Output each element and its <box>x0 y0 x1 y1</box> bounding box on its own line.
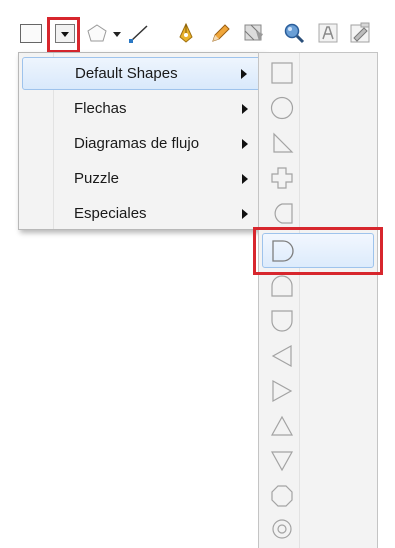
shapes-dropdown-button[interactable] <box>52 18 78 48</box>
triangle-up-shape-icon <box>270 415 294 436</box>
basic-shapes-button[interactable] <box>84 18 110 48</box>
rectangle-tool-button[interactable] <box>18 18 44 48</box>
shape-item-triangle-down[interactable] <box>262 445 374 477</box>
menu-item-label: Flechas <box>74 100 127 117</box>
line-tool-icon <box>129 25 148 43</box>
pen-curve-icon <box>179 22 193 43</box>
shape-item-triangle-up[interactable] <box>262 410 374 442</box>
menu-item-diagramas-de-flujo[interactable]: Diagramas de flujo <box>22 127 262 160</box>
shape-item-cross[interactable] <box>262 162 374 194</box>
right-triangle-shape-icon <box>273 132 294 153</box>
menu-item-default-shapes[interactable]: Default Shapes <box>22 57 262 90</box>
chevron-down-icon <box>113 32 121 37</box>
triangle-right-shape-icon <box>272 379 293 403</box>
pencil-button[interactable] <box>206 18 234 48</box>
shapes-submenu: Default Shapes Flechas Diagramas de fluj… <box>18 52 266 230</box>
submenu-arrow-icon <box>242 208 248 219</box>
pattern-fill-button[interactable] <box>240 18 268 48</box>
shape-item-octagon[interactable] <box>262 480 374 512</box>
menu-item-label: Puzzle <box>74 170 120 187</box>
default-shapes-panel <box>258 52 378 548</box>
pattern-fill-icon <box>244 24 263 41</box>
submenu-arrow-icon <box>241 68 247 79</box>
half-round-bottom-shape-icon <box>271 310 293 332</box>
shape-item-half-round-right[interactable] <box>262 233 374 268</box>
pencil-icon <box>212 24 230 42</box>
text-frame-icon <box>318 23 338 43</box>
shape-item-triangle-right[interactable] <box>262 375 374 407</box>
triangle-down-shape-icon <box>270 451 294 472</box>
line-tool-button[interactable] <box>126 18 152 48</box>
shape-item-triangle-left[interactable] <box>262 340 374 372</box>
octagon-shape-icon <box>271 485 293 507</box>
basic-shapes-icon <box>87 24 107 42</box>
menu-item-label: Diagramas de flujo <box>74 135 200 152</box>
half-round-left-shape-icon <box>274 203 293 224</box>
shape-item-circle[interactable] <box>262 92 374 124</box>
half-round-right-shape-icon <box>272 239 294 262</box>
submenu-arrow-icon <box>242 103 248 114</box>
submenu-arrow-icon <box>242 138 248 149</box>
shape-item-half-round-left[interactable] <box>262 197 374 229</box>
page-edit-button[interactable] <box>346 18 374 48</box>
menu-item-especiales[interactable]: Especiales <box>22 197 262 230</box>
zoom-button[interactable] <box>280 18 308 48</box>
shape-item-half-round-bottom[interactable] <box>262 305 374 337</box>
shape-item-right-triangle[interactable] <box>262 127 374 159</box>
rectangle-tool-icon <box>20 24 42 43</box>
menu-item-flechas[interactable]: Flechas <box>22 92 262 125</box>
triangle-left-shape-icon <box>271 344 292 368</box>
menu-item-puzzle[interactable]: Puzzle <box>22 162 262 195</box>
cross-shape-icon <box>271 167 293 189</box>
menu-item-label: Default Shapes <box>75 65 178 82</box>
zoom-icon <box>284 23 305 44</box>
square-shape-icon <box>271 62 293 84</box>
page-edit-icon <box>350 22 370 43</box>
circle-shape-icon <box>270 96 294 120</box>
shape-item-target[interactable] <box>262 513 374 545</box>
menu-item-label: Especiales <box>74 205 147 222</box>
toolbar <box>0 0 395 53</box>
half-round-top-shape-icon <box>271 275 293 297</box>
text-frame-button[interactable] <box>314 18 342 48</box>
target-shape-icon <box>272 519 292 539</box>
shape-item-half-round-top[interactable] <box>262 270 374 302</box>
shape-item-square[interactable] <box>262 57 374 89</box>
basic-shapes-dropdown[interactable] <box>110 18 124 48</box>
pen-curve-button[interactable] <box>172 18 200 48</box>
dropdown-arrow-icon <box>55 24 75 43</box>
submenu-arrow-icon <box>242 173 248 184</box>
